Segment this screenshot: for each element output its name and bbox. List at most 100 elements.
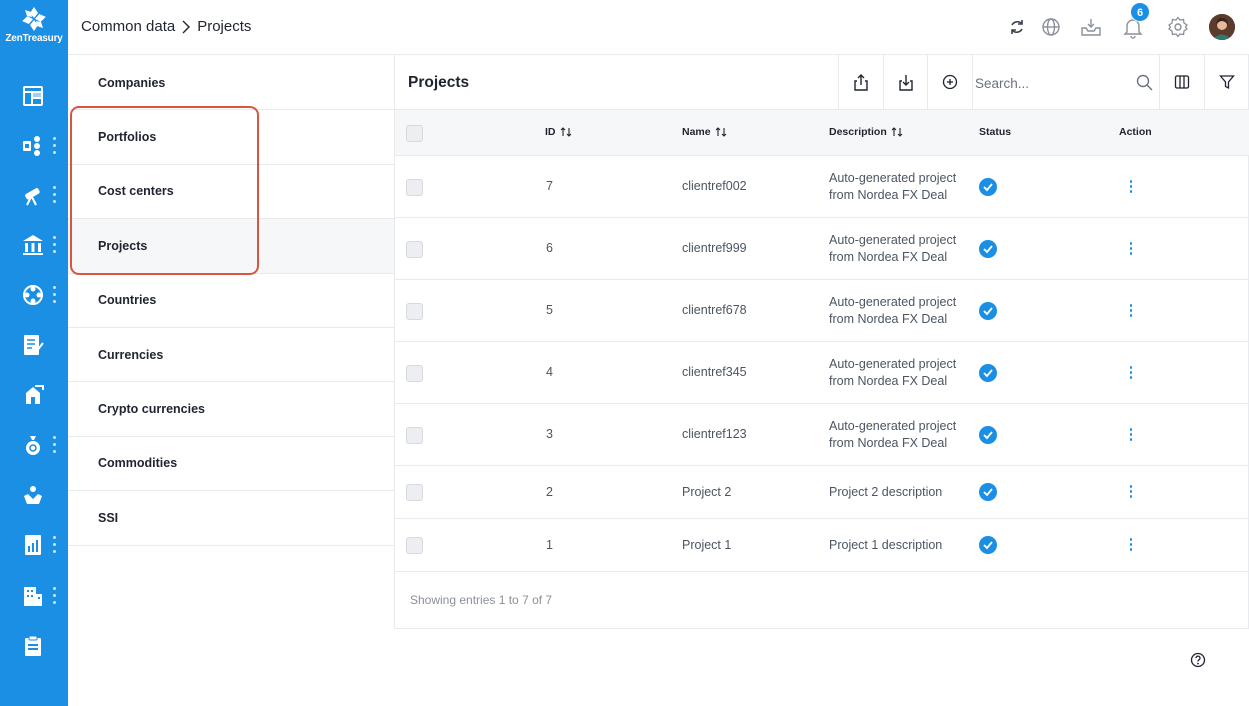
- row-checkbox[interactable]: [406, 427, 423, 444]
- row-action-menu[interactable]: [1128, 538, 1134, 552]
- row-name: clientref345: [682, 365, 747, 379]
- column-header-action: Action: [1119, 126, 1152, 138]
- projects-panel: Projects ID Name Desc: [394, 55, 1249, 629]
- category-item-companies[interactable]: Companies: [68, 56, 394, 111]
- avatar[interactable]: [1209, 14, 1235, 40]
- table-row[interactable]: 3 clientref123 Auto-generated project fr…: [395, 404, 1249, 466]
- category-item-currencies[interactable]: Currencies: [68, 328, 394, 383]
- app-logo[interactable]: ZenTreasury: [0, 6, 68, 44]
- category-label: Portfolios: [98, 130, 157, 145]
- filter-button[interactable]: [1204, 55, 1249, 110]
- breadcrumb-parent[interactable]: Common data: [81, 18, 175, 35]
- rail-item-dashboard[interactable]: [0, 78, 68, 114]
- row-checkbox[interactable]: [406, 537, 423, 554]
- export-button[interactable]: [838, 55, 883, 110]
- rail-item-flow[interactable]: [0, 128, 68, 164]
- row-description: Auto-generated project from Nordea FX De…: [829, 357, 957, 388]
- pagination-summary: Showing entries 1 to 7 of 7: [410, 593, 553, 607]
- column-label: ID: [545, 126, 556, 138]
- breadcrumb: Common data Projects: [81, 18, 251, 35]
- category-item-projects[interactable]: Projects: [68, 219, 394, 274]
- row-action-menu[interactable]: [1128, 366, 1134, 380]
- category-item-cost-centers[interactable]: Cost centers: [68, 165, 394, 220]
- category-item-ssi[interactable]: SSI: [68, 491, 394, 546]
- category-item-countries[interactable]: Countries: [68, 274, 394, 328]
- status-check-icon: [979, 536, 997, 554]
- table-row[interactable]: 5 clientref678 Auto-generated project fr…: [395, 280, 1249, 342]
- refresh-icon[interactable]: [1005, 15, 1029, 39]
- row-action-menu[interactable]: [1128, 180, 1134, 194]
- column-label: Action: [1119, 126, 1152, 138]
- column-header-id[interactable]: ID: [545, 126, 572, 138]
- category-item-crypto-currencies[interactable]: Crypto currencies: [68, 382, 394, 437]
- table-row[interactable]: 7 clientref002 Auto-generated project fr…: [395, 156, 1249, 218]
- telescope-icon: [25, 188, 40, 206]
- rail-menu-dots[interactable]: [53, 137, 57, 155]
- column-label: Status: [979, 126, 1012, 138]
- search-input[interactable]: [975, 72, 1125, 94]
- category-item-commodities[interactable]: Commodities: [68, 437, 394, 492]
- table-row[interactable]: 6 clientref999 Auto-generated project fr…: [395, 218, 1249, 280]
- rail-item-house-transfer[interactable]: [0, 377, 68, 413]
- select-all-checkbox[interactable]: [406, 125, 423, 142]
- row-checkbox[interactable]: [406, 241, 423, 258]
- import-button[interactable]: [883, 55, 928, 110]
- rail-menu-dots[interactable]: [53, 186, 57, 204]
- rail-item-money-bag[interactable]: [0, 427, 68, 463]
- inbox-download-icon[interactable]: [1079, 15, 1103, 39]
- globe-icon[interactable]: [1039, 15, 1063, 39]
- column-header-status: Status: [979, 126, 1011, 138]
- logo-text: ZenTreasury: [5, 33, 63, 44]
- rail-item-document[interactable]: [0, 327, 68, 363]
- rail-item-network[interactable]: [0, 277, 68, 313]
- category-label: Companies: [98, 75, 166, 90]
- user-avatar-icon: [1209, 14, 1235, 40]
- row-checkbox[interactable]: [406, 484, 423, 501]
- row-action-menu[interactable]: [1128, 242, 1134, 256]
- rail-menu-dots[interactable]: [53, 587, 57, 605]
- row-id: 7: [546, 179, 553, 193]
- dashboard-icon: [23, 86, 43, 106]
- row-name: clientref999: [682, 241, 747, 255]
- row-action-menu[interactable]: [1128, 485, 1134, 499]
- row-checkbox[interactable]: [406, 303, 423, 320]
- column-header-description[interactable]: Description: [829, 126, 903, 138]
- rail-item-clipboard[interactable]: [0, 628, 68, 664]
- search-icon[interactable]: [1136, 74, 1153, 91]
- rail-menu-dots[interactable]: [53, 286, 57, 304]
- rail-menu-dots[interactable]: [53, 436, 57, 454]
- network-icon: [23, 285, 43, 305]
- row-description: Auto-generated project from Nordea FX De…: [829, 233, 957, 264]
- sort-icon: [715, 127, 726, 137]
- notification-count-badge: 6: [1130, 2, 1150, 22]
- category-label: Cost centers: [98, 184, 174, 199]
- row-name: clientref678: [682, 303, 747, 317]
- rail-item-telescope[interactable]: [0, 177, 68, 213]
- category-item-portfolios[interactable]: Portfolios: [68, 110, 394, 165]
- column-header-name[interactable]: Name: [682, 126, 727, 138]
- report-icon: [25, 535, 41, 555]
- sort-icon: [891, 127, 903, 137]
- table-row[interactable]: 4 clientref345 Auto-generated project fr…: [395, 342, 1249, 404]
- row-id: 4: [546, 365, 553, 379]
- column-label: Description: [829, 126, 887, 138]
- help-icon[interactable]: [1190, 652, 1206, 668]
- rail-item-report[interactable]: [0, 527, 68, 563]
- rail-menu-dots[interactable]: [53, 236, 57, 254]
- rail-menu-dots[interactable]: [53, 536, 57, 554]
- columns-button[interactable]: [1159, 55, 1204, 110]
- settings-icon[interactable]: [1166, 15, 1190, 39]
- table-row[interactable]: 1 Project 1 Project 1 description: [395, 519, 1249, 572]
- add-project-button[interactable]: [927, 55, 972, 110]
- row-checkbox[interactable]: [406, 365, 423, 382]
- row-action-menu[interactable]: [1128, 428, 1134, 442]
- table-row[interactable]: 2 Project 2 Project 2 description: [395, 466, 1249, 519]
- rail-item-hand[interactable]: [0, 477, 68, 513]
- row-name: Project 1: [682, 538, 732, 552]
- rail-item-building[interactable]: [0, 578, 68, 614]
- row-action-menu[interactable]: [1128, 304, 1134, 318]
- sort-icon: [560, 127, 571, 137]
- rail-item-bank[interactable]: [0, 227, 68, 263]
- chevron-right-icon: [182, 20, 191, 33]
- row-checkbox[interactable]: [406, 179, 423, 196]
